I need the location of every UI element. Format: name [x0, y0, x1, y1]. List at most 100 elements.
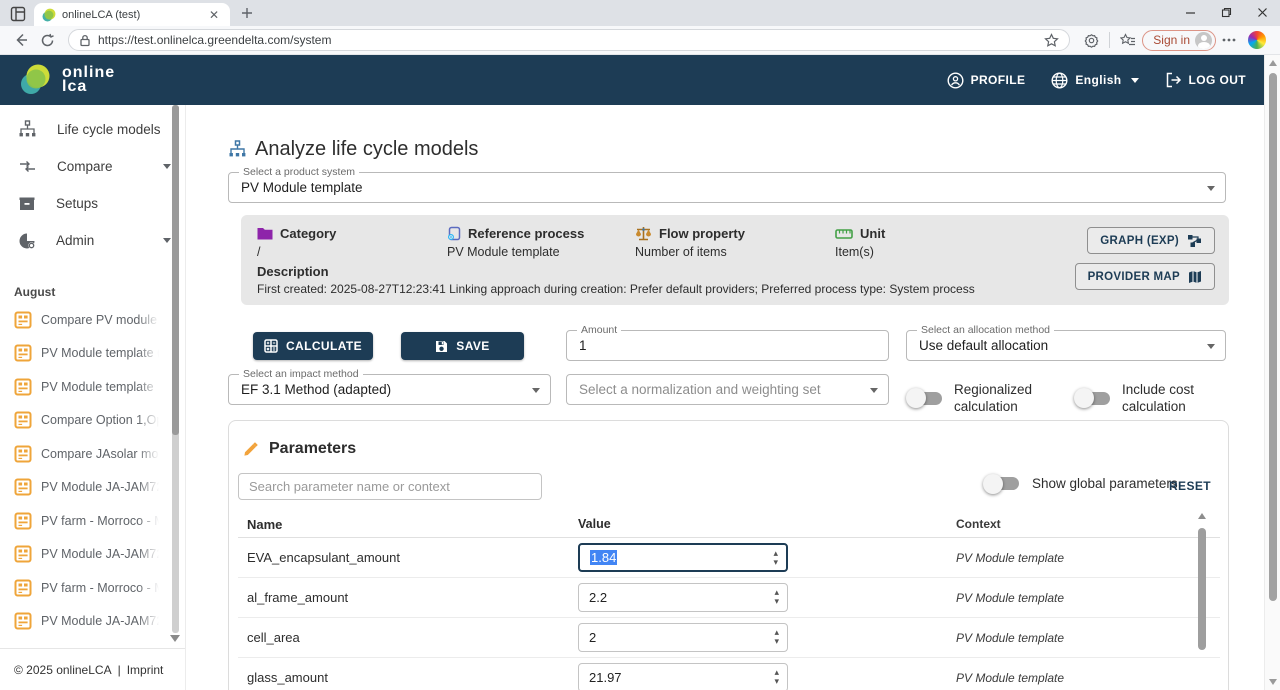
favorite-star-icon[interactable]	[1044, 33, 1059, 48]
graph-exp-button[interactable]: GRAPH (EXP)	[1087, 227, 1215, 254]
sidebar-model-item-label: Compare PV module prov	[41, 313, 159, 327]
calculate-button[interactable]: CALCULATE	[253, 332, 373, 360]
scroll-down-icon[interactable]	[170, 635, 180, 642]
param-context: PV Module template	[956, 591, 1220, 605]
sidebar-model-item-label: PV Module JA-JAM72D1	[41, 480, 159, 494]
sidebar-item-setups[interactable]: Setups	[0, 185, 185, 222]
window-close-icon[interactable]	[1244, 0, 1280, 24]
scrollbar-thumb[interactable]	[1198, 528, 1206, 650]
copilot-icon[interactable]	[1248, 31, 1266, 49]
sidebar-model-item[interactable]: PV Module template (1)	[0, 337, 185, 371]
sidebar-model-item[interactable]: Compare JAsolar module	[0, 437, 185, 471]
browser-toolbar: https://test.onlinelca.greendelta.com/sy…	[0, 26, 1280, 55]
module-icon	[14, 311, 32, 329]
back-icon[interactable]	[8, 27, 34, 53]
sidebar-model-item[interactable]: PV Module JA-JAM72D1	[0, 471, 185, 505]
sidebar-model-item-label: PV Module template (1)	[41, 346, 159, 360]
amount-value: 1	[579, 338, 587, 353]
module-icon	[14, 445, 32, 463]
tab-close-icon[interactable]: ✕	[206, 8, 222, 22]
allocation-method-select[interactable]: Select an allocation method Use default …	[906, 330, 1226, 361]
spinner-icon[interactable]: ▴▾	[774, 668, 779, 686]
provider-map-button[interactable]: PROVIDER MAP	[1075, 263, 1215, 290]
normalization-select[interactable]: Select a normalization and weighting set	[566, 374, 889, 405]
toggle-switch-icon[interactable]	[1077, 392, 1110, 405]
spinner-icon[interactable]: ▴▾	[774, 628, 779, 646]
table-row: cell_area 2 ▴▾ PV Module template	[238, 618, 1220, 658]
app-logo[interactable]: online lca	[18, 62, 115, 98]
regionalized-toggle[interactable]: Regionalized calculation	[909, 381, 1064, 415]
table-scrollbar[interactable]	[1198, 513, 1207, 690]
language-button[interactable]: English	[1051, 72, 1138, 89]
module-icon	[14, 612, 32, 630]
sidebar-model-item[interactable]: PV farm - Morroco - MA (	[0, 504, 185, 538]
description-text: First created: 2025-08-27T12:23:41 Linki…	[257, 282, 1213, 296]
page-title: Analyze life cycle models	[228, 138, 478, 161]
spinner-icon[interactable]: ▴▾	[774, 588, 779, 606]
scrollbar-thumb[interactable]	[1269, 73, 1277, 601]
more-menu-icon[interactable]	[1222, 38, 1236, 42]
workspaces-icon[interactable]	[10, 6, 26, 22]
toolbar-divider	[1109, 32, 1110, 48]
sign-in-button[interactable]: Sign in	[1142, 30, 1216, 51]
compare-arrows-icon	[18, 157, 37, 176]
favorites-list-icon[interactable]	[1120, 33, 1136, 48]
toggle-switch-icon[interactable]	[909, 392, 942, 405]
page-scrollbar[interactable]	[1264, 55, 1280, 690]
sidebar-item-life-cycle-models[interactable]: Life cycle models	[0, 111, 185, 148]
site-info-lock-icon[interactable]	[79, 34, 91, 47]
address-bar[interactable]: https://test.onlinelca.greendelta.com/sy…	[68, 29, 1070, 51]
logout-button[interactable]: LOG OUT	[1165, 72, 1246, 88]
param-value-input[interactable]: 2.2 ▴▾	[578, 583, 788, 612]
spinner-icon[interactable]: ▴▾	[773, 549, 778, 567]
cost-toggle[interactable]: Include cost calculation	[1077, 381, 1232, 415]
chevron-down-icon	[1131, 78, 1139, 83]
window-minimize-icon[interactable]	[1172, 0, 1208, 24]
browser-essentials-icon[interactable]	[1084, 33, 1099, 48]
logo-text-line2: lca	[62, 80, 115, 94]
sidebar-model-item[interactable]: PV Module JA-JAM72D1	[0, 605, 185, 639]
sidebar-item-admin[interactable]: Admin	[0, 222, 185, 259]
profile-button[interactable]: PROFILE	[947, 72, 1026, 89]
browser-tab[interactable]: onlineLCA (test) ✕	[34, 3, 230, 26]
imprint-link[interactable]: Imprint	[127, 663, 164, 677]
refresh-icon[interactable]	[34, 27, 60, 53]
param-value-text: 21.97	[589, 670, 622, 685]
save-button[interactable]: SAVE	[401, 332, 524, 360]
sidebar-model-item[interactable]: PV farm - Morroco - MA (	[0, 571, 185, 605]
amount-label: Amount	[577, 324, 621, 336]
impact-method-select[interactable]: Select an impact method EF 3.1 Method (a…	[228, 374, 551, 405]
toggle-switch-icon[interactable]	[986, 477, 1019, 490]
amount-field[interactable]: Amount 1	[566, 330, 889, 361]
unit-value: Item(s)	[835, 245, 1025, 259]
chevron-down-icon	[1207, 186, 1215, 191]
param-value-input[interactable]: 1.84 ▴▾	[578, 543, 788, 572]
tab-title: onlineLCA (test)	[62, 9, 206, 21]
reset-button[interactable]: RESET	[1169, 479, 1211, 493]
sidebar-item-compare[interactable]: Compare	[0, 148, 185, 185]
sidebar-model-item[interactable]: PV Module JA-JAM72D1	[0, 538, 185, 572]
global-parameters-toggle[interactable]: Show global parameters	[986, 476, 1178, 491]
sidebar-scrollbar[interactable]	[172, 105, 179, 633]
flow-property-label: Flow property	[659, 226, 745, 241]
description-label: Description	[257, 264, 1213, 279]
sidebar-model-item[interactable]: Compare Option 1,Option	[0, 404, 185, 438]
person-circle-icon	[947, 72, 964, 89]
impact-method-value: EF 3.1 Method (adapted)	[241, 382, 391, 397]
graph-icon	[1187, 234, 1202, 248]
process-icon	[447, 226, 461, 241]
parameter-search-input[interactable]	[238, 473, 542, 500]
scroll-up-icon[interactable]	[1269, 60, 1277, 66]
new-tab-icon[interactable]	[240, 6, 254, 20]
scroll-down-icon[interactable]	[1269, 679, 1277, 685]
sidebar-model-item[interactable]: PV Module template	[0, 370, 185, 404]
sidebar-model-item[interactable]: Compare PV module prov	[0, 303, 185, 337]
scroll-up-icon[interactable]	[1198, 513, 1206, 519]
window-restore-icon[interactable]	[1208, 0, 1244, 24]
param-value-input[interactable]: 2 ▴▾	[578, 623, 788, 652]
unit-label: Unit	[860, 226, 885, 241]
url-text[interactable]: https://test.onlinelca.greendelta.com/sy…	[98, 33, 1044, 47]
param-value-input[interactable]: 21.97 ▴▾	[578, 663, 788, 690]
calculate-icon	[264, 339, 278, 353]
product-system-select[interactable]: Select a product system PV Module templa…	[228, 172, 1226, 203]
